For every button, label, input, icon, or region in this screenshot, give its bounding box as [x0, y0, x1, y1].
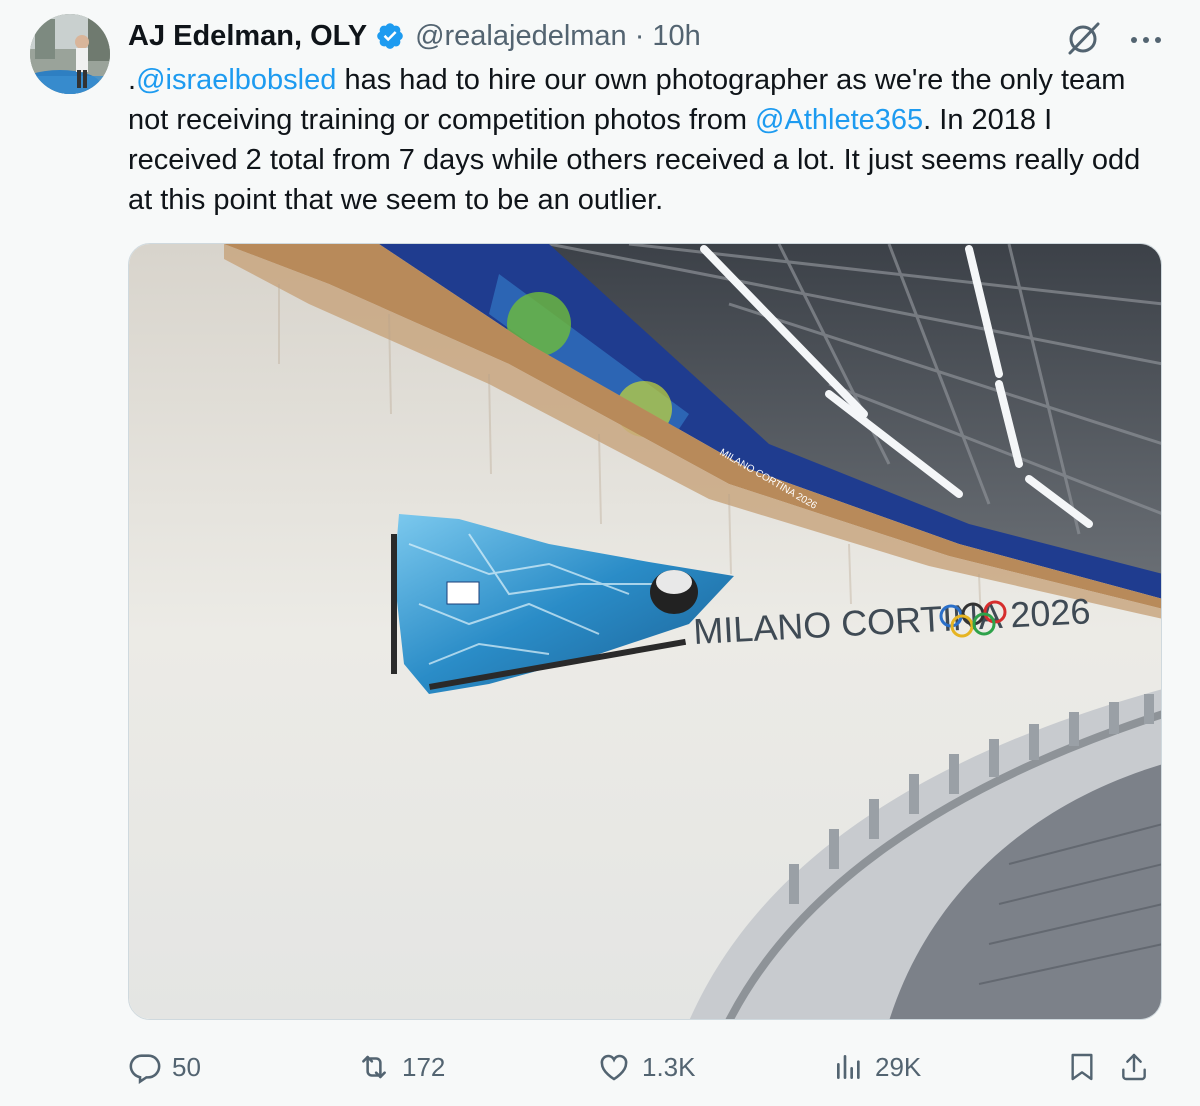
handle[interactable]: @realajedelman [415, 20, 627, 53]
reply-count: 50 [172, 1051, 201, 1082]
top-actions [1064, 18, 1162, 63]
mention-athlete365[interactable]: @Athlete365 [755, 104, 923, 136]
repost-button[interactable]: 172 [356, 1040, 445, 1094]
avatar-photo [30, 14, 110, 94]
share-button[interactable] [1118, 1040, 1150, 1094]
mention-israelbobsled[interactable]: @israelbobsled [136, 64, 336, 96]
bobsled-track-photo: MILANO CORTINA 2026 MILANO CORTINA 2026 [129, 244, 1161, 1019]
text-prefix: . [128, 64, 137, 96]
views-icon [833, 1050, 865, 1084]
grok-icon[interactable] [1064, 18, 1104, 63]
tweet: AJ Edelman, OLY @realajedelman · 10h .@i… [0, 0, 1200, 1106]
repost-count: 172 [402, 1051, 446, 1082]
bookmark-button[interactable] [1066, 1040, 1098, 1094]
timestamp[interactable]: 10h [652, 20, 700, 53]
avatar[interactable] [30, 14, 110, 94]
tweet-header: AJ Edelman, OLY @realajedelman · 10h [128, 16, 701, 56]
tweet-text: .@israelbobsled has had to hire our own … [128, 60, 1168, 220]
action-bar: 50 172 1.3K 29K [128, 1040, 1168, 1094]
more-icon[interactable] [1130, 32, 1162, 50]
tweet-photo[interactable]: MILANO CORTINA 2026 MILANO CORTINA 2026 [128, 243, 1162, 1020]
verified-badge-icon[interactable] [375, 21, 405, 51]
separator-dot: · [634, 19, 645, 52]
views-button[interactable]: 29K [833, 1040, 921, 1094]
reply-button[interactable]: 50 [128, 1040, 201, 1094]
reply-icon [128, 1050, 162, 1084]
share-icon [1118, 1050, 1150, 1084]
like-count: 1.3K [642, 1051, 696, 1082]
bookmark-icon [1066, 1050, 1098, 1084]
like-icon [596, 1050, 632, 1084]
like-button[interactable]: 1.3K [596, 1040, 696, 1094]
repost-icon [356, 1050, 392, 1084]
views-count: 29K [875, 1051, 922, 1082]
display-name[interactable]: AJ Edelman, OLY [128, 20, 367, 53]
